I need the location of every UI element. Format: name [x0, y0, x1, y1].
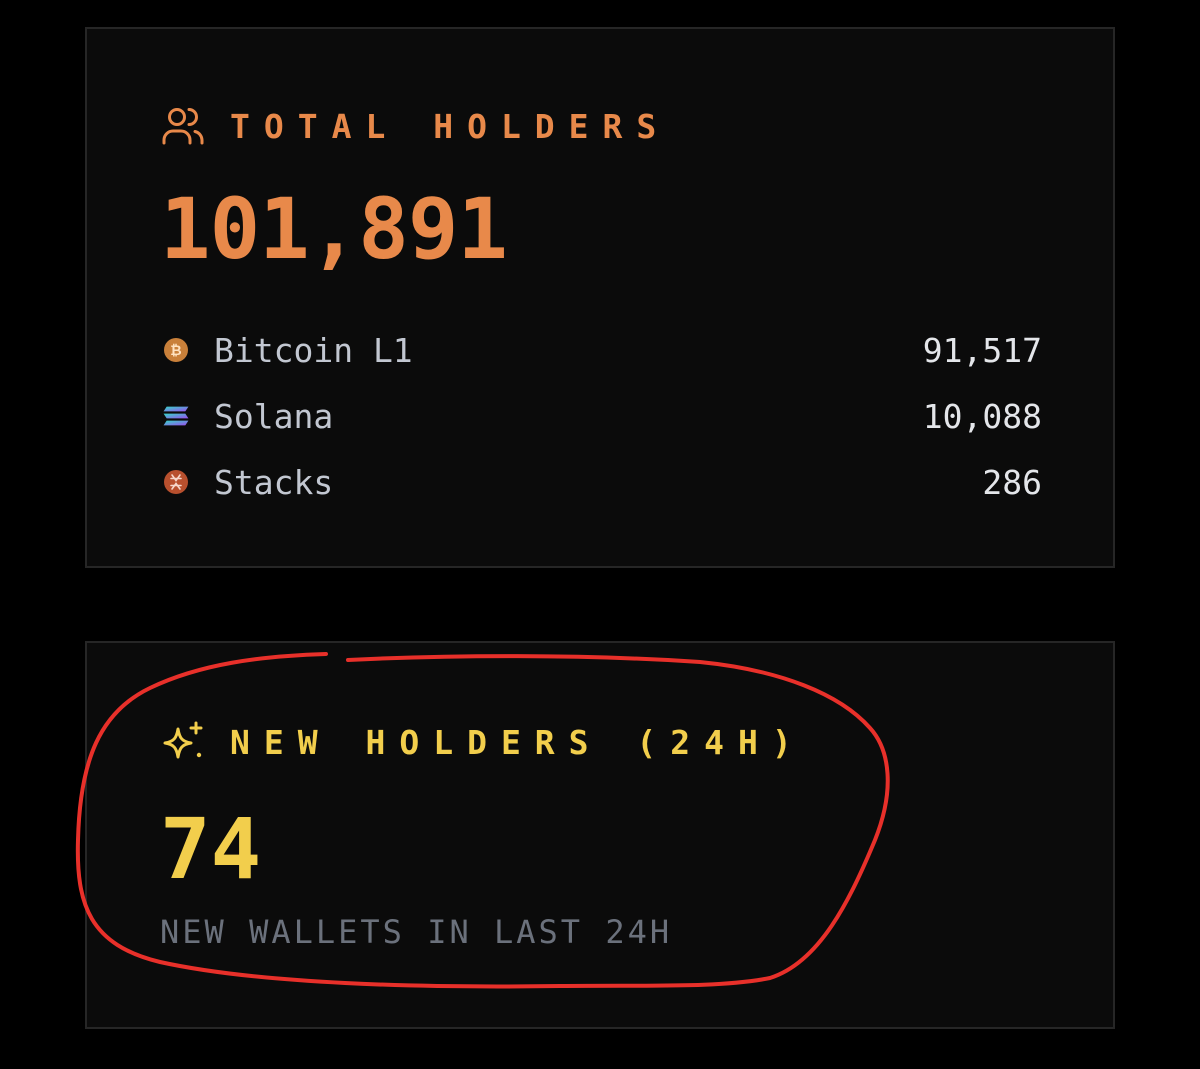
total-holders-count: 101,891: [160, 180, 508, 278]
total-holders-title: TOTAL HOLDERS: [230, 106, 671, 146]
users-icon: [160, 103, 206, 149]
chain-breakdown-list: ₿ Bitcoin L1 91,517 Solana 10,088 Stacks…: [162, 317, 1042, 515]
chain-name: Bitcoin L1: [214, 330, 413, 370]
chain-row-solana: Solana 10,088: [162, 383, 1042, 449]
chain-row-stacks: Stacks 286: [162, 449, 1042, 515]
new-holders-title: NEW HOLDERS (24H): [230, 722, 806, 762]
chain-row-bitcoin: ₿ Bitcoin L1 91,517: [162, 317, 1042, 383]
new-holders-header: NEW HOLDERS (24H): [160, 719, 806, 765]
chain-value: 91,517: [922, 330, 1042, 370]
new-holders-subtitle: NEW WALLETS IN LAST 24H: [160, 913, 673, 951]
chain-value: 10,088: [922, 396, 1042, 436]
stacks-icon: [162, 468, 190, 496]
total-holders-card: TOTAL HOLDERS 101,891 ₿ Bitcoin L1 91,51…: [85, 27, 1115, 568]
chain-value: 286: [982, 462, 1042, 502]
sparkles-icon: [160, 719, 206, 765]
bitcoin-icon: ₿: [162, 336, 190, 364]
svg-text:₿: ₿: [170, 343, 181, 359]
page: TOTAL HOLDERS 101,891 ₿ Bitcoin L1 91,51…: [0, 0, 1200, 1069]
total-holders-header: TOTAL HOLDERS: [160, 103, 670, 149]
new-holders-card: NEW HOLDERS (24H) 74 NEW WALLETS IN LAST…: [85, 641, 1115, 1029]
solana-icon: [162, 402, 190, 430]
new-holders-count: 74: [160, 800, 262, 898]
chain-name: Solana: [214, 396, 334, 436]
chain-name: Stacks: [214, 462, 334, 502]
